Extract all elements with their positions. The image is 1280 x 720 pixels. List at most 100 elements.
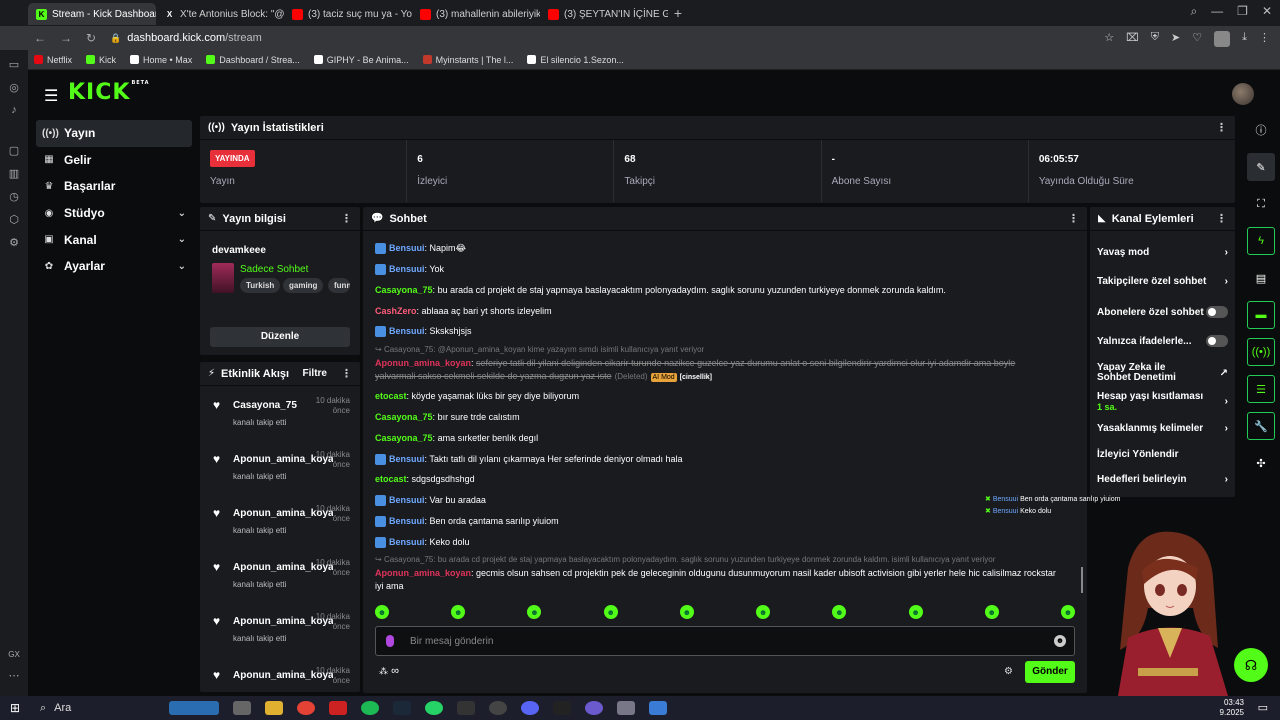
kick-connect-button[interactable]: ☊ bbox=[1234, 648, 1268, 682]
windows-start-icon[interactable]: ⊞ bbox=[10, 701, 20, 715]
browser-tab[interactable]: (3) mahallenin abileriyik bbox=[412, 3, 540, 25]
new-tab-icon[interactable]: + bbox=[668, 5, 688, 21]
kick-emote-icon[interactable]: ☻ bbox=[756, 605, 771, 619]
wrench-tool-icon[interactable]: 🔧 bbox=[1247, 412, 1275, 440]
chat-username[interactable]: CashZero bbox=[375, 306, 417, 316]
chat-username[interactable]: Bensuui bbox=[389, 243, 425, 253]
activity-menu-icon[interactable]: ⋮ bbox=[341, 367, 352, 380]
connect-icon[interactable]: ✣ bbox=[1247, 449, 1275, 477]
app-icon[interactable] bbox=[585, 701, 603, 715]
kick-emote-icon[interactable]: ☻ bbox=[527, 605, 542, 619]
bookmark-item[interactable]: Myinstants | The l... bbox=[422, 55, 513, 65]
minimize-icon[interactable]: — bbox=[1211, 4, 1223, 19]
menu-icon[interactable]: ⋮ bbox=[1259, 31, 1270, 47]
bookmark-item[interactable]: Netflix bbox=[34, 55, 72, 65]
ai-icon[interactable]: ◎ bbox=[9, 81, 19, 94]
hamburger-menu-icon[interactable]: ☰ bbox=[44, 86, 58, 106]
nav-item-yayın[interactable]: ((•)) Yayın bbox=[36, 120, 192, 147]
wallet-icon[interactable]: ▢ bbox=[9, 144, 19, 157]
chat-username[interactable]: Bensuui bbox=[389, 516, 425, 526]
chat-username[interactable]: Bensuui bbox=[389, 537, 425, 547]
kick-emote-icon[interactable]: ☻ bbox=[1060, 605, 1075, 619]
kick-emote-icon[interactable]: ☻ bbox=[603, 605, 618, 619]
chat-username[interactable]: Casayona_75 bbox=[375, 433, 433, 443]
opera-gx-icon[interactable] bbox=[329, 701, 347, 715]
whatsapp-icon[interactable] bbox=[425, 701, 443, 715]
discord-icon[interactable] bbox=[521, 701, 539, 715]
settings-icon[interactable]: ⚙ bbox=[9, 236, 19, 249]
bookmark-item[interactable]: GIPHY - Be Anima... bbox=[313, 55, 409, 65]
notes-icon[interactable]: ▤ bbox=[1247, 264, 1275, 292]
stats-menu-icon[interactable]: ⋮ bbox=[1216, 121, 1227, 134]
app-icon[interactable] bbox=[553, 701, 571, 715]
shield-icon[interactable]: ⛨ bbox=[1151, 31, 1159, 47]
edit-icon[interactable]: ✎ bbox=[1247, 153, 1275, 181]
profile-icon[interactable] bbox=[1214, 31, 1231, 47]
nav-item-başarılar[interactable]: ♛ Başarılar bbox=[36, 173, 192, 200]
channel-action-item[interactable]: Yasaklanmış kelimeler › bbox=[1097, 423, 1228, 434]
channel-action-item[interactable]: Abonelere özel sohbet bbox=[1097, 306, 1228, 318]
app-icon[interactable] bbox=[617, 701, 635, 715]
task-view-icon[interactable] bbox=[233, 701, 251, 715]
chat-username[interactable]: etocast bbox=[375, 391, 407, 401]
reload-icon[interactable]: ↻ bbox=[86, 31, 96, 45]
chat-scrollbar[interactable] bbox=[1081, 567, 1083, 593]
chat-settings-icon[interactable]: ⚙ bbox=[1004, 666, 1013, 677]
chat-input[interactable]: Bir mesaj gönderin ☻ bbox=[375, 626, 1075, 656]
camera-icon[interactable]: ⌧ bbox=[1126, 31, 1139, 47]
kick-emote-icon[interactable]: ☻ bbox=[908, 605, 923, 619]
channel-action-item[interactable]: Yapay Zeka ile Sohbet Denetimi ↗ bbox=[1097, 363, 1228, 383]
chat-username[interactable]: Bensuui bbox=[389, 454, 425, 464]
kick-emote-icon[interactable]: ☻ bbox=[451, 605, 466, 619]
chat-username[interactable]: Aponun_amina_koyan bbox=[375, 358, 471, 368]
chat-username[interactable]: etocast bbox=[375, 474, 407, 484]
nav-item-kanal[interactable]: ▣ Kanal ⌄ bbox=[36, 226, 192, 253]
bookmark-icon[interactable]: ☆ bbox=[1104, 31, 1114, 47]
channel-action-item[interactable]: Hesap yaşı kısıtlaması 1 sa. › bbox=[1097, 391, 1228, 412]
bookmark-item[interactable]: El silencio 1.Sezon... bbox=[527, 55, 624, 65]
bookmark-item[interactable]: Home • Max bbox=[130, 55, 192, 65]
chat-username[interactable]: Casayona_75 bbox=[375, 412, 433, 422]
chat-menu-icon[interactable]: ⋮ bbox=[1068, 212, 1079, 225]
nav-item-gelir[interactable]: ▦ Gelir bbox=[36, 147, 192, 174]
toggle-switch[interactable] bbox=[1206, 306, 1228, 318]
edit-stream-button[interactable]: Düzenle bbox=[210, 327, 350, 347]
kick-emote-icon[interactable]: ☻ bbox=[984, 605, 999, 619]
chat-username[interactable]: Bensuui bbox=[389, 326, 425, 336]
emoji-icon[interactable]: ☻ bbox=[1054, 635, 1066, 647]
chat-username[interactable]: Bensuui bbox=[389, 264, 425, 274]
stream-info-menu-icon[interactable]: ⋮ bbox=[341, 212, 352, 225]
notification-icon[interactable]: ▭ bbox=[1258, 701, 1268, 714]
layout-tool-icon[interactable]: ☰ bbox=[1247, 375, 1275, 403]
browser-tab[interactable]: (3) taciz suç mu ya - You bbox=[284, 3, 412, 25]
chart-icon[interactable]: ▥ bbox=[9, 167, 19, 180]
lightning-tool-icon[interactable]: ϟ bbox=[1247, 227, 1275, 255]
chat-tool-icon[interactable]: ▬ bbox=[1247, 301, 1275, 329]
send-icon[interactable]: ➤ bbox=[1171, 31, 1180, 47]
browser-tab[interactable]: X X'te Antonius Block: "@p bbox=[156, 3, 284, 25]
channel-action-item[interactable]: Takipçilere özel sohbet › bbox=[1097, 276, 1228, 287]
channel-action-item[interactable]: Yalnızca ifadelerle... bbox=[1097, 335, 1228, 347]
bookmark-item[interactable]: Dashboard / Strea... bbox=[206, 55, 300, 65]
file-explorer-icon[interactable] bbox=[265, 701, 283, 715]
nav-item-stüdyo[interactable]: ◉ Stüdyo ⌄ bbox=[36, 200, 192, 227]
chrome-icon[interactable] bbox=[297, 701, 315, 715]
info-icon[interactable]: ⓘ bbox=[1247, 116, 1275, 144]
close-window-icon[interactable]: ✕ bbox=[1262, 4, 1272, 19]
taskbar-search[interactable]: ⌕ Ara bbox=[32, 696, 162, 720]
heart-icon[interactable]: ♡ bbox=[1192, 31, 1202, 47]
chat-username[interactable]: Aponun_amina_koyan bbox=[375, 568, 471, 578]
channel-points[interactable]: ⁂ ∞ bbox=[379, 665, 399, 677]
tiktok-icon[interactable]: ♪ bbox=[11, 104, 17, 116]
channel-action-item[interactable]: Hedefleri belirleyin › bbox=[1097, 474, 1228, 485]
app-icon[interactable] bbox=[649, 701, 667, 715]
channel-action-item[interactable]: Yavaş mod › bbox=[1097, 247, 1228, 258]
browser-tab[interactable]: KStream - Kick Dashboard× bbox=[28, 3, 156, 25]
taskbar-clock[interactable]: 03:43 9.2025 bbox=[1220, 698, 1244, 718]
channel-actions-menu-icon[interactable]: ⋮ bbox=[1216, 212, 1227, 225]
browser-tab[interactable]: (3) ŞEYTAN'IN İÇİNE GİRE bbox=[540, 3, 668, 25]
maximize-icon[interactable]: ❐ bbox=[1237, 4, 1248, 19]
cube-icon[interactable]: ⬡ bbox=[9, 213, 19, 226]
user-avatar[interactable] bbox=[1232, 83, 1254, 105]
nav-item-ayarlar[interactable]: ✿ Ayarlar ⌄ bbox=[36, 253, 192, 280]
